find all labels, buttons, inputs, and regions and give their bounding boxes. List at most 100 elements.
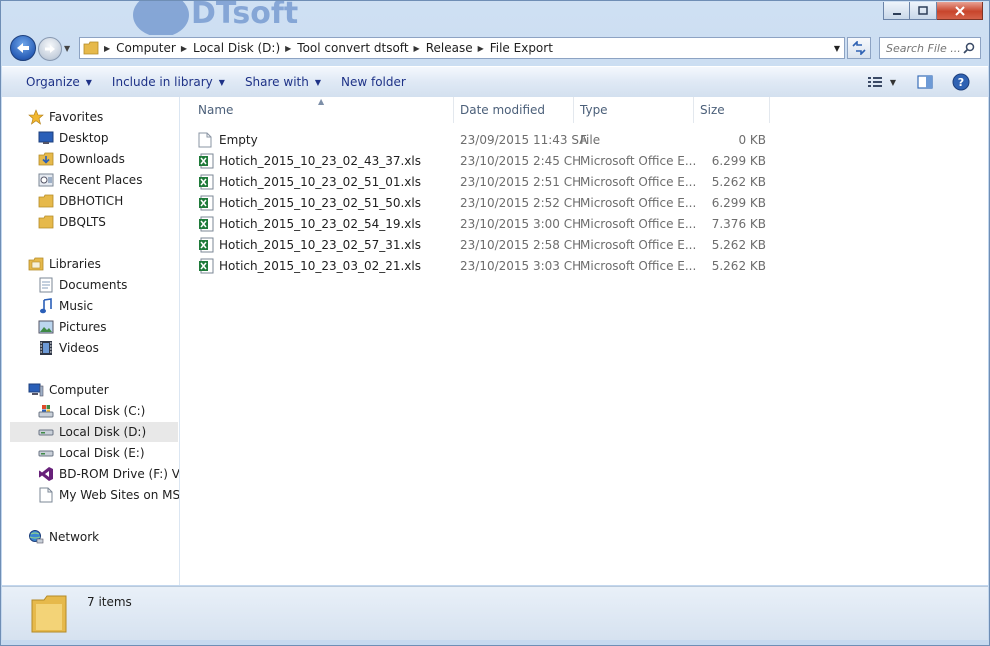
forward-button[interactable] [38, 37, 62, 61]
chevron-down-icon: ▼ [85, 77, 92, 87]
refresh-button[interactable] [847, 37, 871, 59]
search-input[interactable] [886, 41, 960, 55]
file-row[interactable]: Hotich_2015_10_23_02_51_50.xls 23/10/201… [198, 192, 768, 213]
view-options-dropdown[interactable]: ▼ [890, 78, 896, 87]
help-button[interactable]: ? [950, 72, 972, 92]
share-with-button[interactable]: Share with ▼ [235, 67, 331, 97]
include-in-library-button[interactable]: Include in library ▼ [102, 67, 235, 97]
file-row-empty[interactable]: Empty 23/09/2015 11:43 SA File 0 KB [198, 129, 768, 150]
drive-icon [38, 424, 54, 440]
nav-computer-label: Computer [49, 383, 109, 397]
folder-icon [38, 193, 54, 209]
file-size: 6.299 KB [711, 195, 766, 210]
file-name: Hotich_2015_10_23_03_02_21.xls [219, 258, 421, 273]
preview-pane-icon [917, 75, 933, 89]
nav-item-dbqlts[interactable]: DBQLTS [38, 212, 106, 232]
nav-item-local-disk-e[interactable]: Local Disk (E:) [38, 443, 145, 463]
nav-network[interactable]: Network [28, 527, 99, 547]
file-row[interactable]: Hotich_2015_10_23_02_51_01.xls 23/10/201… [198, 171, 768, 192]
breadcrumb-local-disk-d[interactable]: Local Disk (D:) [190, 41, 283, 55]
star-icon [28, 109, 44, 125]
excel-file-icon [198, 216, 214, 232]
file-row[interactable]: Hotich_2015_10_23_03_02_21.xls 23/10/201… [198, 255, 768, 276]
arrow-left-icon [17, 43, 29, 53]
breadcrumb-release[interactable]: Release [423, 41, 476, 55]
explorer-window: DTsoft ▼ ▶ Computer ▶ Local Disk (D:) ▶ … [0, 0, 990, 646]
libraries-icon [28, 256, 44, 272]
nav-item-downloads[interactable]: Downloads [38, 149, 125, 169]
file-date: 23/09/2015 11:43 SA [460, 132, 588, 147]
file-type: Microsoft Office E... [580, 216, 697, 231]
maximize-button[interactable] [910, 2, 937, 20]
nav-item-local-disk-d[interactable]: Local Disk (D:) [10, 422, 178, 442]
system-drive-icon [38, 403, 54, 419]
crumb-separator-icon[interactable]: ▶ [285, 44, 291, 53]
folder-icon [38, 214, 54, 230]
minimize-button[interactable] [883, 2, 910, 20]
breadcrumb-file-export[interactable]: File Export [487, 41, 556, 55]
downloads-folder-icon [38, 151, 54, 167]
pictures-icon [38, 319, 54, 335]
nav-libraries[interactable]: Libraries [28, 254, 101, 274]
recent-places-icon [38, 172, 54, 188]
column-header-size[interactable]: Size [694, 97, 770, 123]
nav-favorites[interactable]: Favorites [28, 107, 103, 127]
breadcrumb-tool-convert[interactable]: Tool convert dtsoft [294, 41, 411, 55]
nav-item-label: Local Disk (E:) [59, 446, 145, 460]
nav-item-bd-rom-drive[interactable]: BD-ROM Drive (F:) VS2 [38, 464, 179, 484]
file-row[interactable]: Hotich_2015_10_23_02_43_37.xls 23/10/201… [198, 150, 768, 171]
nav-item-videos[interactable]: Videos [38, 338, 99, 358]
nav-item-dbhotich[interactable]: DBHOTICH [38, 191, 123, 211]
visual-studio-icon [38, 466, 54, 482]
nav-item-local-disk-c[interactable]: Local Disk (C:) [38, 401, 145, 421]
nav-item-label: Documents [59, 278, 128, 292]
file-size: 5.262 KB [711, 258, 766, 273]
search-box[interactable] [879, 37, 981, 59]
music-icon [38, 298, 54, 314]
file-row[interactable]: Hotich_2015_10_23_02_57_31.xls 23/10/201… [198, 234, 768, 255]
file-name: Hotich_2015_10_23_02_51_01.xls [219, 174, 421, 189]
search-icon[interactable] [963, 42, 975, 54]
column-type-label: Type [580, 103, 608, 117]
share-with-label: Share with [244, 75, 309, 89]
dtsoft-logo-art: DTsoft [133, 1, 298, 35]
change-view-button[interactable] [864, 72, 886, 92]
navigation-pane: Favorites Desktop Downloads Recent Place… [2, 97, 180, 585]
address-history-dropdown[interactable]: ▼ [834, 44, 840, 53]
preview-pane-button[interactable] [914, 72, 936, 92]
crumb-separator-icon[interactable]: ▶ [181, 44, 187, 53]
column-header-type[interactable]: Type [574, 97, 694, 123]
file-size: 7.376 KB [711, 216, 766, 231]
nav-item-documents[interactable]: Documents [38, 275, 127, 295]
nav-computer[interactable]: Computer [28, 380, 109, 400]
crumb-separator-icon[interactable]: ▶ [414, 44, 420, 53]
back-button[interactable] [10, 35, 36, 61]
nav-item-desktop[interactable]: Desktop [38, 128, 109, 148]
desktop-icon [38, 130, 54, 146]
crumb-separator-icon[interactable]: ▶ [478, 44, 484, 53]
organize-button[interactable]: Organize ▼ [16, 67, 102, 97]
file-name-cell: Hotich_2015_10_23_03_02_21.xls [198, 255, 421, 276]
command-bar: Organize ▼ Include in library ▼ Share with… [2, 66, 988, 98]
close-button[interactable] [937, 2, 983, 20]
help-icon: ? [952, 73, 970, 91]
file-row[interactable]: Hotich_2015_10_23_02_54_19.xls 23/10/201… [198, 213, 768, 234]
item-count: 7 items [87, 595, 132, 609]
address-folder-icon [80, 41, 102, 55]
file-date: 23/10/2015 3:00 CH [460, 216, 582, 231]
file-type: Microsoft Office E... [580, 174, 697, 189]
excel-file-icon [198, 237, 214, 253]
crumb-separator-icon[interactable]: ▶ [104, 44, 110, 53]
recent-pages-dropdown[interactable]: ▼ [64, 44, 70, 53]
column-header-name[interactable]: Name [192, 97, 454, 123]
nav-item-label: Desktop [59, 131, 109, 145]
address-bar[interactable]: ▶ Computer ▶ Local Disk (D:) ▶ Tool conv… [79, 37, 845, 59]
new-folder-button[interactable]: New folder [331, 67, 416, 97]
nav-item-pictures[interactable]: Pictures [38, 317, 107, 337]
breadcrumb-computer[interactable]: Computer [113, 41, 179, 55]
nav-item-recent-places[interactable]: Recent Places [38, 170, 142, 190]
column-header-date-modified[interactable]: Date modified [454, 97, 574, 123]
nav-item-my-web-sites[interactable]: My Web Sites on MSN [38, 485, 179, 505]
column-date-label: Date modified [460, 103, 546, 117]
nav-item-music[interactable]: Music [38, 296, 93, 316]
